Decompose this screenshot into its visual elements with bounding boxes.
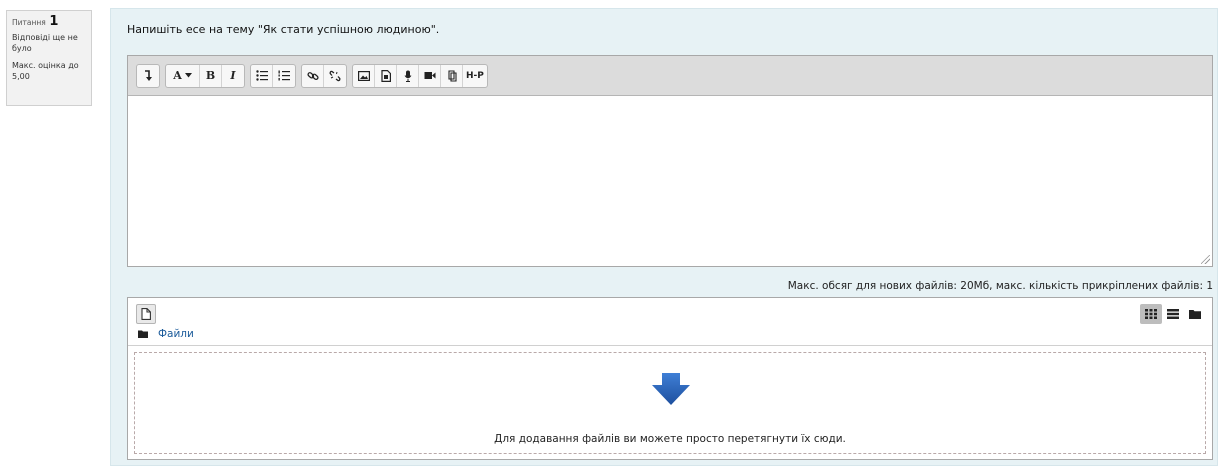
toolbar-group-collapse: [136, 63, 160, 88]
italic-icon: I: [230, 69, 236, 82]
link-icon: [306, 71, 319, 80]
link-button[interactable]: [302, 64, 324, 87]
toolbar-group-links: [301, 63, 347, 88]
font-color-button[interactable]: A: [166, 64, 200, 87]
toolbar-group-insert: H-P: [352, 63, 488, 88]
view-list-button[interactable]: [1162, 304, 1184, 324]
files-folder-link[interactable]: Файли: [158, 328, 194, 340]
h5p-button[interactable]: H-P: [463, 65, 487, 87]
unlink-button[interactable]: [324, 65, 346, 87]
question-content: Напишіть есе на тему "Як стати успішною …: [110, 8, 1218, 466]
media-button[interactable]: [375, 64, 397, 87]
download-arrow-icon: [652, 373, 690, 405]
folder-icon: [138, 330, 148, 338]
ordered-list-icon: [278, 70, 290, 81]
image-icon: [357, 70, 370, 81]
file-limits-text: Макс. обсяг для нових файлів: 20Мб, макс…: [787, 280, 1213, 292]
view-switcher: [1140, 304, 1206, 324]
dropdown-caret-icon: [184, 73, 192, 78]
question-label: Питання: [12, 18, 46, 27]
file-drop-zone[interactable]: Для додавання файлів ви можете просто пе…: [134, 352, 1206, 454]
media-icon: [380, 69, 391, 82]
grid-view-icon: [1145, 309, 1157, 319]
essay-editor: A B I H-P: [127, 55, 1213, 267]
question-number: 1: [49, 14, 59, 29]
folder-view-icon: [1189, 310, 1201, 319]
bold-icon: B: [205, 69, 216, 82]
unordered-list-button[interactable]: [251, 64, 273, 87]
file-manager-toolbar: Файли: [128, 298, 1212, 346]
ordered-list-button[interactable]: [273, 65, 295, 87]
file-path-breadcrumb: Файли: [138, 328, 194, 340]
question-state: Відповіді ще не було: [12, 33, 78, 53]
manage-files-icon: [447, 69, 457, 82]
image-button[interactable]: [353, 64, 375, 87]
record-video-button[interactable]: [419, 64, 441, 87]
bold-button[interactable]: B: [200, 64, 222, 87]
question-info-panel: Питання 1 Відповіді ще не було Макс. оці…: [6, 10, 92, 106]
question-max-grade: Макс. оцінка до 5,00: [12, 61, 79, 81]
essay-text-area[interactable]: [128, 96, 1212, 266]
toolbar-group-style: A B I: [165, 63, 245, 88]
unordered-list-icon: [255, 70, 268, 81]
h5p-icon: H-P: [466, 70, 484, 81]
collapse-button[interactable]: [137, 65, 159, 87]
drop-zone-text: Для додавання файлів ви можете просто пе…: [494, 433, 846, 445]
file-manager: Файли Для додавання файлів ви можете про…: [127, 297, 1213, 460]
unlink-icon: [329, 70, 341, 81]
font-color-icon: A: [173, 69, 182, 82]
question-text: Напишіть есе на тему "Як стати успішною …: [127, 23, 440, 36]
add-file-button[interactable]: [136, 304, 156, 324]
record-audio-button[interactable]: [397, 64, 419, 87]
view-icons-button[interactable]: [1140, 304, 1162, 324]
editor-toolbar: A B I H-P: [128, 56, 1212, 96]
record-video-icon: [424, 72, 435, 79]
record-audio-icon: [404, 70, 411, 82]
file-icon: [141, 308, 151, 320]
resize-handle-icon[interactable]: [1201, 255, 1210, 264]
italic-button[interactable]: I: [222, 65, 244, 87]
collapse-icon: [145, 69, 152, 81]
manage-files-button[interactable]: [441, 64, 463, 87]
view-tree-button[interactable]: [1184, 304, 1206, 324]
list-view-icon: [1167, 309, 1179, 319]
toolbar-group-lists: [250, 63, 296, 88]
